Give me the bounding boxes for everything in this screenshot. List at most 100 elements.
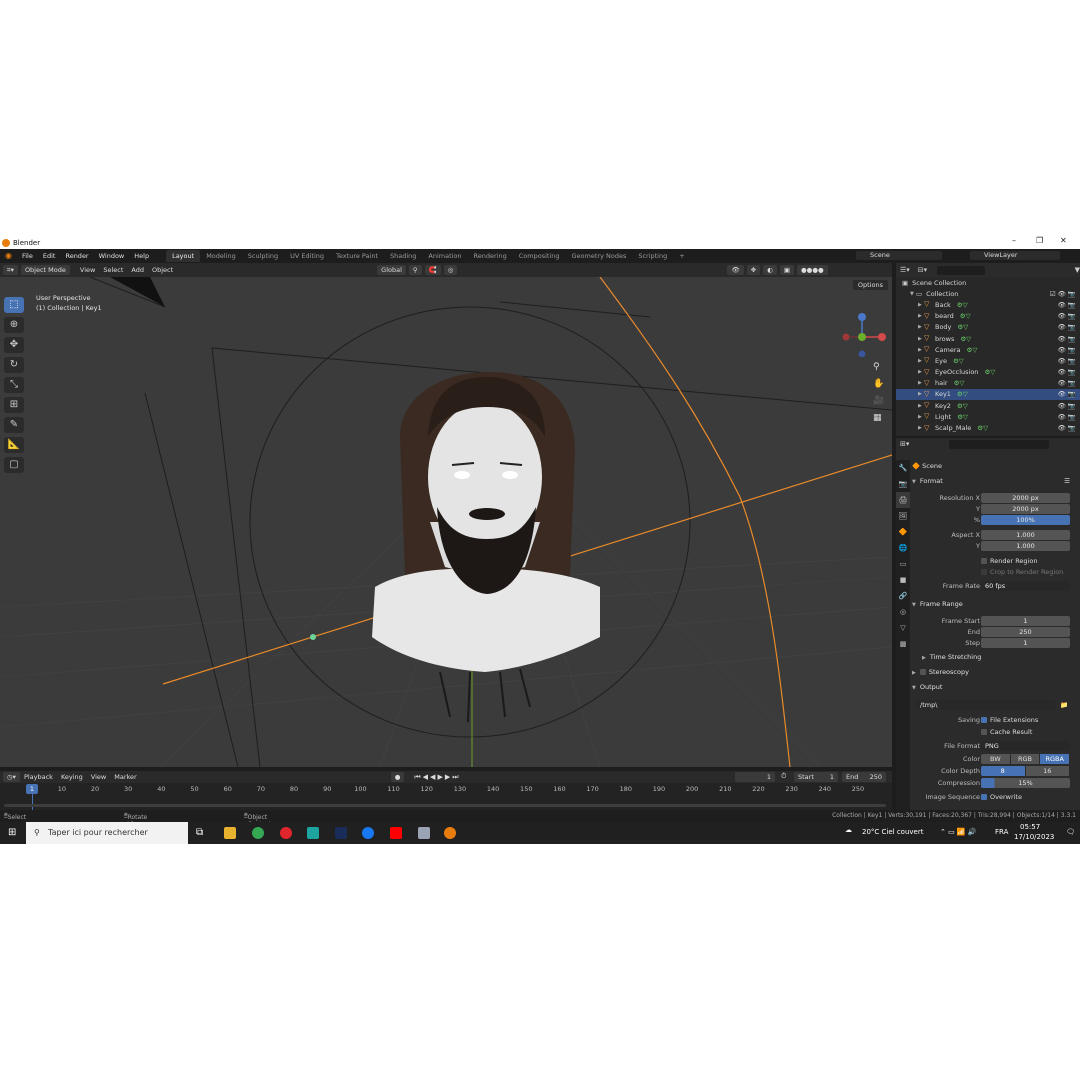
overlay-icon[interactable]: ◐ <box>763 265 777 275</box>
visibility-icons[interactable]: 👁 📷 <box>1058 346 1076 354</box>
tab-modeling[interactable]: Modeling <box>200 250 242 262</box>
outliner-item[interactable]: ▶ ▽ Body ⚙▽ 👁 📷 <box>896 322 1080 333</box>
display-mode-icon[interactable]: ⊟▾ <box>918 266 927 274</box>
outliner-item[interactable]: ▶ ▽ Back ⚙▽ 👁 📷 <box>896 299 1080 310</box>
outliner-item[interactable]: ▶ ▽ brows ⚙▽ 👁 📷 <box>896 333 1080 344</box>
scene-selector[interactable]: Scene <box>856 251 942 260</box>
scene-tab-icon[interactable]: 🔶 <box>896 524 910 540</box>
transform-orientation-dropdown[interactable]: Global <box>377 265 406 275</box>
task-view-icon[interactable]: ⧉ <box>196 827 203 838</box>
visibility-icons[interactable]: 👁 📷 <box>1058 379 1076 387</box>
measure-tool[interactable]: 📐 <box>4 437 24 453</box>
frame-end-field[interactable]: 250 <box>981 627 1070 637</box>
windows-start-icon[interactable]: ⊞ <box>8 827 16 838</box>
file-extensions-checkbox[interactable]: File Extensions <box>981 715 1038 725</box>
annotate-tool[interactable]: ✎ <box>4 417 24 433</box>
resolution-x-field[interactable]: 2000 px <box>981 493 1070 503</box>
object-tab-icon[interactable]: ■ <box>896 572 910 588</box>
menu-file[interactable]: File <box>17 252 38 260</box>
xray-icon[interactable]: ▣ <box>779 265 794 275</box>
outliner-item[interactable]: ▶ ▽ Camera ⚙▽ 👁 📷 <box>896 344 1080 355</box>
stereoscopy-section-header[interactable]: ▶ Stereoscopy <box>912 666 1080 678</box>
timeline-view-menu[interactable]: View <box>87 773 110 781</box>
language-indicator[interactable]: FRA <box>995 828 1008 836</box>
marker-menu[interactable]: Marker <box>110 773 140 781</box>
frame-start-field[interactable]: 1 <box>981 616 1070 626</box>
move-tool[interactable]: ✥ <box>4 337 24 353</box>
tab-uv-editing[interactable]: UV Editing <box>284 250 330 262</box>
record-icon[interactable]: ● <box>390 772 405 782</box>
outliner-item[interactable]: ▶ ▽ Key2 ⚙▽ 👁 📷 <box>896 400 1080 411</box>
visibility-icons[interactable]: 👁 📷 <box>1058 368 1076 376</box>
snap-icon[interactable]: 🧲 <box>424 265 441 275</box>
taskbar-search-input[interactable]: ⚲ Taper ici pour rechercher <box>26 822 188 844</box>
outliner-item[interactable]: ▶ ▽ Scalp_Male ⚙▽ 👁 📷 <box>896 422 1080 433</box>
tab-rendering[interactable]: Rendering <box>468 250 513 262</box>
ortho-grid-icon[interactable]: ▦ <box>873 410 884 427</box>
crop-region-checkbox[interactable]: Crop to Render Region <box>981 567 1063 577</box>
tab-animation[interactable]: Animation <box>422 250 467 262</box>
visibility-icons[interactable]: 👁 📷 <box>1058 424 1076 432</box>
clock-time[interactable]: 05:57 <box>1020 823 1040 831</box>
viewlayer-selector[interactable]: ViewLayer <box>970 251 1060 260</box>
outliner-item[interactable]: ▶ ▽ EyeOcclusion ⚙▽ 👁 📷 <box>896 367 1080 378</box>
tab-sculpting[interactable]: Sculpting <box>242 250 284 262</box>
output-path-field[interactable]: /tmp\ <box>916 700 1056 710</box>
app-m-icon[interactable] <box>307 827 319 839</box>
weather-text[interactable]: 20°C Ciel couvert <box>862 828 923 836</box>
blender-taskbar-icon[interactable] <box>444 827 456 839</box>
add-cube-tool[interactable]: ▢ <box>4 457 24 473</box>
output-tab-icon[interactable]: 🖨 <box>896 492 910 508</box>
frame-rate-dropdown[interactable]: 60 fps <box>981 581 1070 591</box>
system-tray-icons[interactable]: ⌃ ▭ 📶 🔊 <box>940 828 977 836</box>
depth-8-option[interactable]: 8 <box>981 766 1025 776</box>
youtube-icon[interactable] <box>390 827 402 839</box>
cache-result-checkbox[interactable]: Cache Result <box>981 727 1032 737</box>
render-region-checkbox[interactable]: Render Region <box>981 556 1037 566</box>
folder-browse-icon[interactable]: 📁 <box>1060 700 1068 710</box>
scale-tool[interactable]: ⤡ <box>4 377 24 393</box>
pivot-icon[interactable]: ⚲ <box>408 265 422 275</box>
compression-slider[interactable]: 15% <box>981 778 1070 788</box>
scene-collection-row[interactable]: ▣ Scene Collection <box>896 277 1080 288</box>
outliner-item[interactable]: ▶ ▽ hair ⚙▽ 👁 📷 <box>896 378 1080 389</box>
facebook-icon[interactable] <box>362 827 374 839</box>
editor-type-button[interactable]: ⌗▾ <box>3 265 18 275</box>
minimize-icon[interactable]: – <box>1012 236 1016 245</box>
tab-layout[interactable]: Layout <box>166 249 201 262</box>
outliner-item[interactable]: ▶ ▽ Light ⚙▽ 👁 📷 <box>896 411 1080 422</box>
overwrite-checkbox[interactable]: Overwrite <box>981 792 1022 802</box>
visibility-icons[interactable]: 👁 📷 <box>1058 312 1076 320</box>
presets-icon[interactable]: ☰ <box>1064 475 1070 487</box>
timeline-editor-icon[interactable]: ◷▾ <box>3 772 20 782</box>
tab-texture-paint[interactable]: Texture Paint <box>330 250 384 262</box>
tab-shading[interactable]: Shading <box>384 250 422 262</box>
tab-geometry-nodes[interactable]: Geometry Nodes <box>566 250 633 262</box>
zoom-icon[interactable]: ⚲ <box>873 359 884 376</box>
file-explorer-icon[interactable] <box>224 827 236 839</box>
visibility-icons[interactable]: 👁 📷 <box>1058 413 1076 421</box>
camera-view-icon[interactable]: 🎥 <box>873 393 884 410</box>
color-rgba-option[interactable]: RGBA <box>1040 754 1070 764</box>
opera-icon[interactable] <box>280 827 292 839</box>
navigation-gizmo[interactable] <box>832 297 892 357</box>
visibility-icons[interactable]: 👁 📷 <box>1058 390 1076 398</box>
render-tab-icon[interactable]: 📷 <box>896 476 910 492</box>
clock-date[interactable]: 17/10/2023 <box>1014 833 1054 841</box>
frame-range-section-header[interactable]: ▼ Frame Range <box>912 598 1080 610</box>
3d-viewport[interactable]: ⬚ ⊕ ✥ ↻ ⤡ ⊞ ✎ 📐 ▢ User Perspective (1) C… <box>0 277 892 767</box>
chrome-icon[interactable] <box>252 827 264 839</box>
outliner-item[interactable]: ▶ ▽ Eye ⚙▽ 👁 📷 <box>896 355 1080 366</box>
resolution-percent-slider[interactable]: 100% <box>981 515 1070 525</box>
menu-edit[interactable]: Edit <box>38 252 61 260</box>
world-tab-icon[interactable]: 🌐 <box>896 540 910 556</box>
close-icon[interactable]: ✕ <box>1060 236 1067 245</box>
tool-tab-icon[interactable]: 🔧 <box>896 460 910 476</box>
options-button[interactable]: Options <box>852 280 888 290</box>
app-window-icon[interactable] <box>418 827 430 839</box>
menu-select[interactable]: Select <box>99 266 127 274</box>
keying-menu[interactable]: Keying <box>57 773 87 781</box>
pan-hand-icon[interactable]: ✋ <box>873 376 884 393</box>
format-section-header[interactable]: ▼ Format ☰ <box>912 475 1080 487</box>
timeline-end-field[interactable]: End 250 <box>842 772 886 782</box>
